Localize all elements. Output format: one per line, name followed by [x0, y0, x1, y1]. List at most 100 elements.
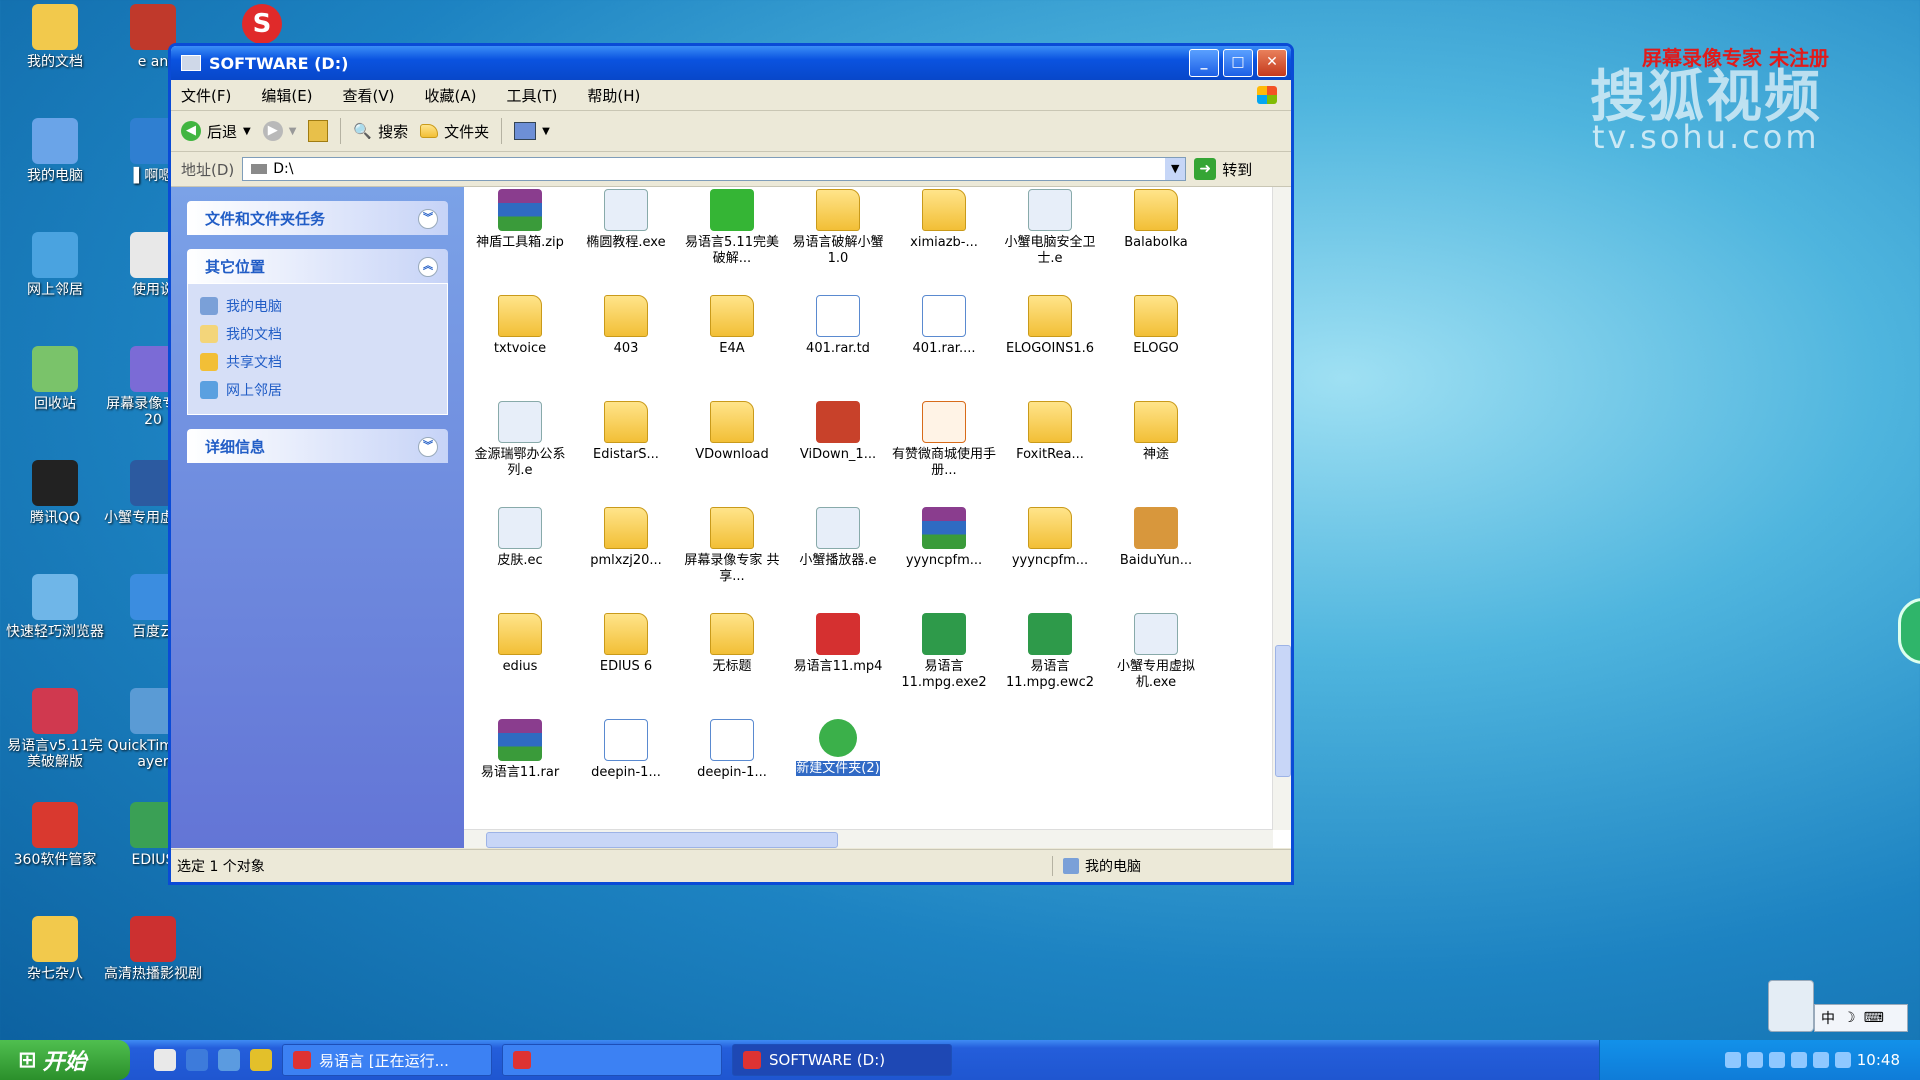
ime-bar[interactable]: 中 ☽ ⌨ — [1814, 1004, 1908, 1032]
file-item[interactable]: 403 — [574, 295, 678, 357]
place-network[interactable]: 网上邻居 — [200, 376, 435, 404]
folders-button[interactable]: 文件夹 — [420, 121, 489, 142]
file-item[interactable]: 新建文件夹(2) — [786, 719, 890, 777]
vertical-scrollbar[interactable] — [1272, 187, 1291, 830]
desktop-icon[interactable]: 腾讯QQ — [0, 460, 110, 526]
desktop-icon[interactable]: 360软件管家 — [0, 802, 110, 868]
ime-mode[interactable]: 中 — [1821, 1008, 1835, 1028]
menu-edit[interactable]: 编辑(E) — [261, 85, 312, 106]
file-item[interactable]: 小蟹专用虚拟机.exe — [1104, 613, 1208, 691]
horizontal-scrollbar[interactable] — [464, 829, 1273, 848]
ie-icon[interactable] — [186, 1049, 208, 1071]
file-item[interactable]: yyyncpfm... — [892, 507, 996, 569]
file-item[interactable]: 神途 — [1104, 401, 1208, 463]
desktop-icon[interactable]: 我的文档 — [0, 4, 110, 70]
file-item[interactable]: EdistarS... — [574, 401, 678, 463]
title-bar[interactable]: SOFTWARE (D:) _ □ ✕ — [171, 46, 1291, 80]
file-item[interactable]: 易语言破解小蟹1.0 — [786, 189, 890, 267]
file-item[interactable]: 易语言11.mpg.ewc2 — [998, 613, 1102, 691]
media-icon[interactable] — [218, 1049, 240, 1071]
address-input[interactable]: D:\ ▼ — [242, 157, 1187, 181]
file-item[interactable]: ELOGOINS1.6 — [998, 295, 1102, 357]
taskbar-task-button[interactable]: SOFTWARE (D:) — [732, 1044, 952, 1076]
file-item[interactable]: txtvoice — [468, 295, 572, 357]
network-icon[interactable] — [1768, 1052, 1785, 1068]
file-tasks-header[interactable]: 文件和文件夹任务 ︾ — [187, 201, 448, 235]
menu-favorites[interactable]: 收藏(A) — [425, 85, 477, 106]
desktop-icon[interactable]: 易语言v5.11完美破解版 — [0, 688, 110, 770]
shield-icon[interactable] — [1812, 1052, 1829, 1068]
collapse-chevron-icon[interactable]: ︽ — [418, 257, 438, 277]
keyboard-icon[interactable]: ⌨ — [1864, 1010, 1884, 1026]
file-item[interactable]: 易语言11.mp4 — [786, 613, 890, 675]
file-item[interactable]: 401.rar.td — [786, 295, 890, 357]
show-desktop-icon[interactable] — [154, 1049, 176, 1071]
file-item[interactable]: EDIUS 6 — [574, 613, 678, 675]
address-dropdown-icon[interactable]: ▼ — [1165, 158, 1186, 180]
file-item[interactable]: ximiazb-... — [892, 189, 996, 251]
place-my-computer[interactable]: 我的电脑 — [200, 292, 435, 320]
file-item[interactable]: ViDown_1... — [786, 401, 890, 463]
file-item[interactable]: 易语言11.mpg.exe2 — [892, 613, 996, 691]
back-button[interactable]: ◀ 后退 ▼ — [181, 121, 251, 142]
desktop-icon[interactable]: 我的电脑 — [0, 118, 110, 184]
go-button[interactable]: ➜ 转到 — [1194, 158, 1252, 180]
menu-view[interactable]: 查看(V) — [343, 85, 395, 106]
file-item[interactable]: VDownload — [680, 401, 784, 463]
clock[interactable]: 10:48 — [1857, 1051, 1900, 1069]
side-bubble-icon[interactable] — [1898, 598, 1920, 664]
place-my-documents[interactable]: 我的文档 — [200, 320, 435, 348]
security-icon[interactable] — [1834, 1052, 1851, 1068]
file-item[interactable]: deepin-1... — [574, 719, 678, 781]
file-item[interactable]: 金源瑞鄂办公系列.e — [468, 401, 572, 479]
back-icon[interactable] — [1746, 1052, 1763, 1068]
taskbar-task-button[interactable]: 易语言 [正在运行... — [282, 1044, 492, 1076]
file-item[interactable]: yyyncpfm... — [998, 507, 1102, 569]
file-item[interactable]: 皮肤.ec — [468, 507, 572, 569]
sogou-icon[interactable]: S — [242, 4, 282, 44]
file-item[interactable]: BaiduYun... — [1104, 507, 1208, 569]
file-item[interactable]: E4A — [680, 295, 784, 357]
back-dropdown-icon[interactable]: ▼ — [243, 126, 251, 137]
file-item[interactable]: pmlxzj20... — [574, 507, 678, 569]
desktop-icon[interactable]: 快速轻巧浏览器 — [0, 574, 110, 640]
file-item[interactable]: ELOGO — [1104, 295, 1208, 357]
file-item[interactable]: 小蟹电脑安全卫士.e — [998, 189, 1102, 267]
scroll-thumb[interactable] — [1275, 645, 1291, 777]
qq-penguin-icon[interactable] — [1768, 980, 1814, 1032]
file-item[interactable]: 小蟹播放器.e — [786, 507, 890, 569]
desktop-icon[interactable]: 回收站 — [0, 346, 110, 412]
menu-file[interactable]: 文件(F) — [181, 85, 231, 106]
forward-dropdown-icon[interactable]: ▼ — [289, 126, 297, 137]
views-button[interactable]: ▼ — [514, 122, 550, 140]
file-item[interactable]: FoxitRea... — [998, 401, 1102, 463]
expand-chevron-icon[interactable]: ︾ — [418, 209, 438, 229]
file-item[interactable]: deepin-1... — [680, 719, 784, 781]
up-button[interactable] — [308, 120, 329, 142]
forward-button[interactable]: ▶ ▼ — [262, 121, 297, 141]
desktop-icon[interactable]: 网上邻居 — [0, 232, 110, 298]
search-button[interactable]: 🔍 搜索 — [353, 121, 408, 142]
qq-icon[interactable] — [250, 1049, 272, 1071]
file-item[interactable]: 神盾工具箱.zip — [468, 189, 572, 251]
scroll-thumb[interactable] — [486, 832, 838, 848]
volume-icon[interactable] — [1790, 1052, 1807, 1068]
moon-icon[interactable]: ☽ — [1843, 1010, 1856, 1026]
details-header[interactable]: 详细信息 ︾ — [187, 429, 448, 463]
menu-tools[interactable]: 工具(T) — [506, 85, 557, 106]
minimize-button[interactable]: _ — [1189, 49, 1219, 77]
file-item[interactable]: 401.rar.... — [892, 295, 996, 357]
file-item[interactable]: Balabolka — [1104, 189, 1208, 251]
close-button[interactable]: ✕ — [1257, 49, 1287, 77]
file-item[interactable]: 椭圆教程.exe — [574, 189, 678, 251]
file-item[interactable]: 易语言5.11完美破解... — [680, 189, 784, 267]
file-item[interactable]: 易语言11.rar — [468, 719, 572, 781]
start-button[interactable]: ⊞ 开始 — [0, 1040, 130, 1080]
file-item[interactable]: 无标题 — [680, 613, 784, 675]
other-places-header[interactable]: 其它位置 ︽ — [187, 249, 448, 283]
expand-chevron-icon[interactable]: ︾ — [418, 437, 438, 457]
desktop-icon[interactable]: 高清热播影视剧 — [98, 916, 208, 982]
file-item[interactable]: 有赞微商城使用手册... — [892, 401, 996, 479]
desktop-icon[interactable]: 杂七杂八 — [0, 916, 110, 982]
menu-help[interactable]: 帮助(H) — [587, 85, 640, 106]
